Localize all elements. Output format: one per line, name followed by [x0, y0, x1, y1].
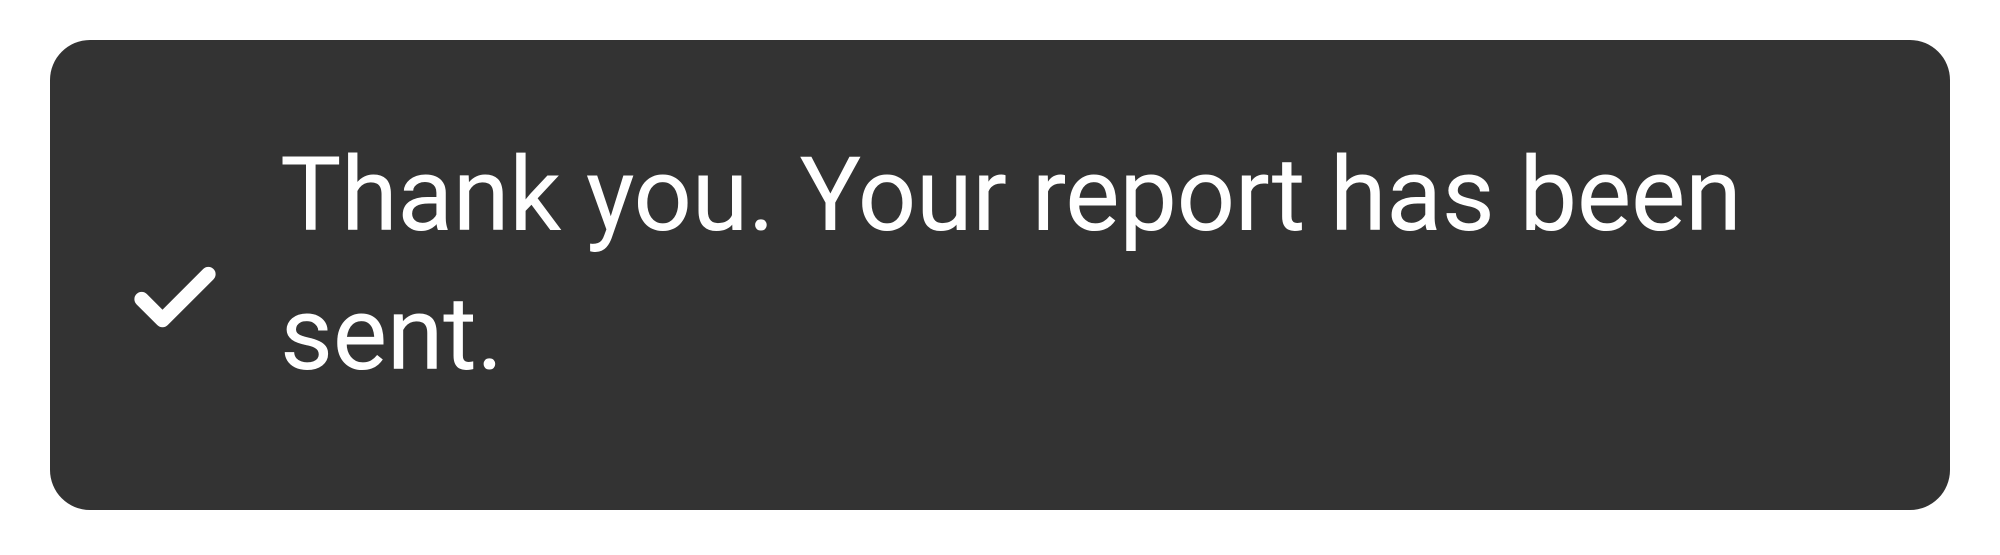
check-icon	[120, 240, 230, 350]
confirmation-toast: Thank you. Your report has been sent.	[50, 40, 1950, 510]
toast-message: Thank you. Your report has been sent.	[280, 126, 1860, 404]
